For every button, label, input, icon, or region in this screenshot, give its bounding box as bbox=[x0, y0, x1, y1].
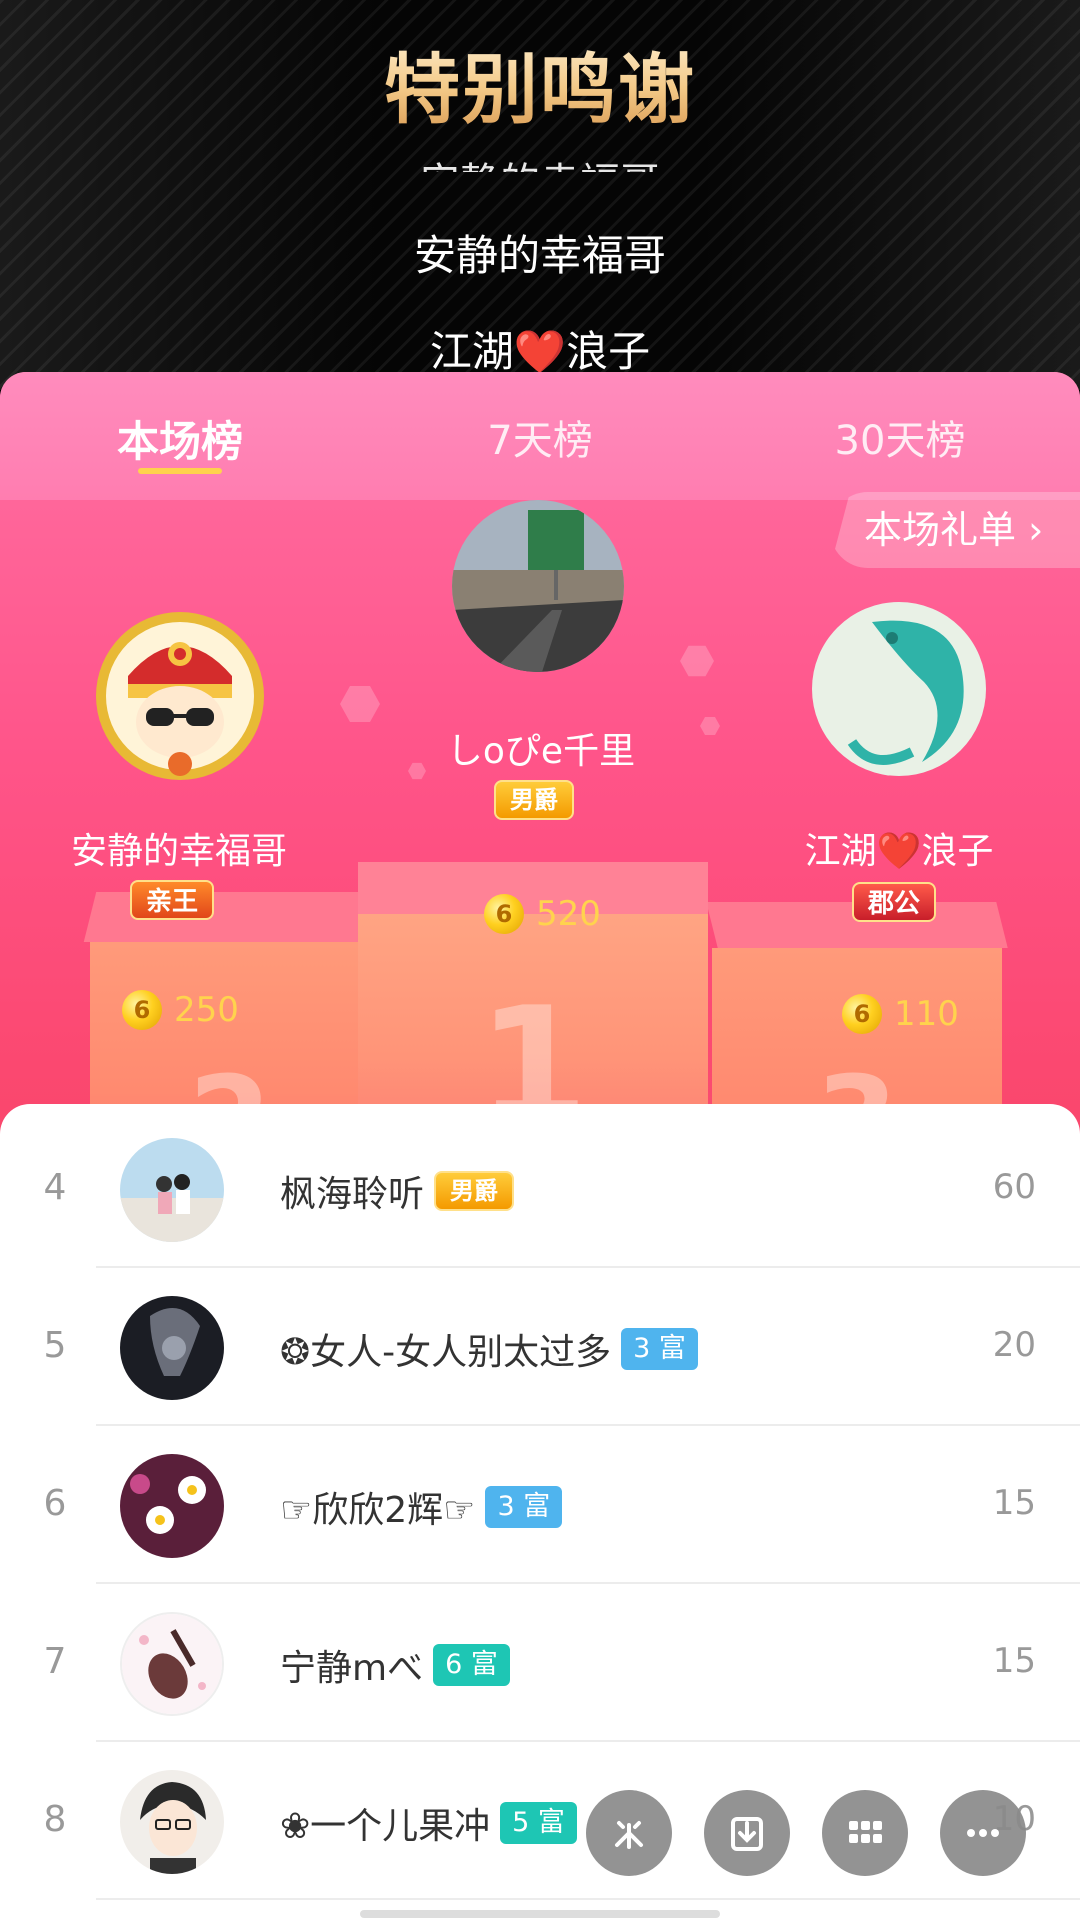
list-score: 15 bbox=[992, 1641, 1036, 1681]
home-indicator[interactable] bbox=[360, 1910, 720, 1918]
list-name: 宁静mべ bbox=[280, 1648, 424, 1689]
top2-coins: 6 250 bbox=[122, 990, 239, 1030]
sparkle-button[interactable] bbox=[586, 1790, 672, 1876]
top1-value: 520 bbox=[536, 894, 601, 934]
coin-icon: 6 bbox=[842, 994, 882, 1034]
king-cartoon-avatar-icon bbox=[96, 612, 264, 780]
top3-noble-badge: 郡公 bbox=[852, 882, 937, 922]
anime-boy-avatar-icon bbox=[120, 1770, 224, 1874]
list-name: 枫海聆听 bbox=[280, 1174, 425, 1215]
pipa-instrument-photo-icon bbox=[122, 1614, 222, 1714]
list-name-wrap: ❀一个儿果冲 5 富 bbox=[280, 1797, 577, 1849]
top1-avatar[interactable] bbox=[452, 500, 624, 672]
avatar[interactable] bbox=[120, 1612, 224, 1716]
download-icon bbox=[731, 1817, 763, 1851]
top3-name: 江湖❤️浪子 bbox=[804, 831, 994, 872]
list-name-wrap: ☞欣欣2辉☞ 3 富 bbox=[280, 1481, 563, 1533]
tab-this-session[interactable]: 本场榜 bbox=[30, 408, 330, 469]
divider bbox=[96, 1898, 1080, 1900]
wealth-badge: 3 富 bbox=[621, 1328, 698, 1370]
wealth-badge: 6 富 bbox=[433, 1644, 510, 1686]
list-rank: 7 bbox=[43, 1641, 67, 1682]
hex-decoration bbox=[340, 686, 380, 722]
hex-decoration bbox=[680, 645, 714, 677]
list-item[interactable]: 5 ❂女人-女人别太过多 3 富 20 bbox=[0, 1268, 1080, 1426]
beach-couple-photo-icon bbox=[120, 1138, 224, 1242]
avatar[interactable] bbox=[120, 1770, 224, 1874]
flowers-photo-icon bbox=[120, 1454, 224, 1558]
list-rank: 8 bbox=[43, 1799, 67, 1840]
list-rank: 5 bbox=[43, 1325, 67, 1366]
list-score: 15 bbox=[992, 1483, 1036, 1523]
top1-noble-badge: 男爵 bbox=[494, 780, 574, 820]
active-tab-indicator bbox=[138, 468, 222, 474]
tab-30-days[interactable]: 30天榜 bbox=[750, 408, 1050, 466]
top3-value: 110 bbox=[894, 994, 959, 1034]
more-button[interactable] bbox=[940, 1790, 1026, 1876]
avatar[interactable] bbox=[120, 1138, 224, 1242]
rank-list: 4 枫海聆听 男爵 60 5 ❂女人-女人别太过多 3 富 20 6 ☞欣欣2辉… bbox=[0, 1104, 1080, 1920]
dark-figure-photo-icon bbox=[120, 1296, 224, 1400]
download-button[interactable] bbox=[704, 1790, 790, 1876]
avatar[interactable] bbox=[120, 1454, 224, 1558]
banner-title: 特别鸣谢 bbox=[0, 28, 1080, 138]
list-name-wrap: 宁静mべ 6 富 bbox=[280, 1639, 510, 1691]
top2-value: 250 bbox=[174, 990, 239, 1030]
more-icon bbox=[967, 1829, 999, 1837]
coin-icon: 6 bbox=[122, 990, 162, 1030]
top2-name: 安静的幸福哥 bbox=[70, 831, 287, 872]
grid-icon bbox=[849, 1821, 882, 1843]
top3-avatar[interactable] bbox=[812, 602, 986, 776]
thanks-banner: 特别鸣谢 安静的幸福哥 安静的幸福哥 江湖❤️浪子 bbox=[0, 0, 1080, 390]
list-name: ☞欣欣2辉☞ bbox=[280, 1490, 476, 1531]
noble-badge: 男爵 bbox=[434, 1171, 515, 1211]
tab-7-days[interactable]: 7天榜 bbox=[390, 408, 690, 466]
grid-button[interactable] bbox=[822, 1790, 908, 1876]
list-item[interactable]: 7 宁静mべ 6 富 15 bbox=[0, 1584, 1080, 1742]
road-sign-photo-icon bbox=[452, 500, 624, 672]
leaderboard-tabs: 本场榜 7天榜 30天榜 bbox=[0, 372, 1080, 500]
list-rank: 6 bbox=[43, 1483, 67, 1524]
thanks-name-1: 安静的幸福哥 bbox=[413, 231, 666, 280]
thanks-name-2: 江湖❤️浪子 bbox=[429, 327, 651, 376]
top2-avatar[interactable] bbox=[88, 596, 272, 780]
wealth-badge: 5 富 bbox=[500, 1802, 577, 1844]
list-item[interactable]: 4 枫海聆听 男爵 60 bbox=[0, 1110, 1080, 1268]
banner-scroll-line: 安静的幸福哥 bbox=[0, 150, 1080, 172]
list-score: 20 bbox=[992, 1325, 1036, 1365]
list-name-wrap: 枫海聆听 男爵 bbox=[280, 1165, 515, 1217]
wealth-badge: 3 富 bbox=[485, 1486, 563, 1528]
top3-coins: 6 110 bbox=[842, 994, 959, 1034]
top2-noble-badge: 亲王 bbox=[130, 880, 215, 920]
top1-name: しoぴe千里 bbox=[446, 731, 636, 772]
list-name: ❂女人-女人别太过多 bbox=[280, 1332, 612, 1373]
list-rank: 4 bbox=[43, 1167, 67, 1208]
coin-icon: 6 bbox=[484, 894, 524, 934]
list-item[interactable]: 8 ❀一个儿果冲 5 富 10 bbox=[0, 1742, 1080, 1900]
top1-coins: 6 520 bbox=[484, 894, 601, 934]
avatar[interactable] bbox=[120, 1296, 224, 1400]
gift-list-button[interactable]: 本场礼单 › bbox=[830, 492, 1080, 568]
dragon-art-avatar-icon bbox=[812, 602, 986, 776]
list-score: 60 bbox=[992, 1167, 1036, 1207]
list-name-wrap: ❂女人-女人别太过多 3 富 bbox=[280, 1323, 698, 1375]
list-item[interactable]: 6 ☞欣欣2辉☞ 3 富 15 bbox=[0, 1426, 1080, 1584]
sparkle-icon bbox=[615, 1821, 643, 1849]
list-name: ❀一个儿果冲 bbox=[280, 1806, 491, 1847]
